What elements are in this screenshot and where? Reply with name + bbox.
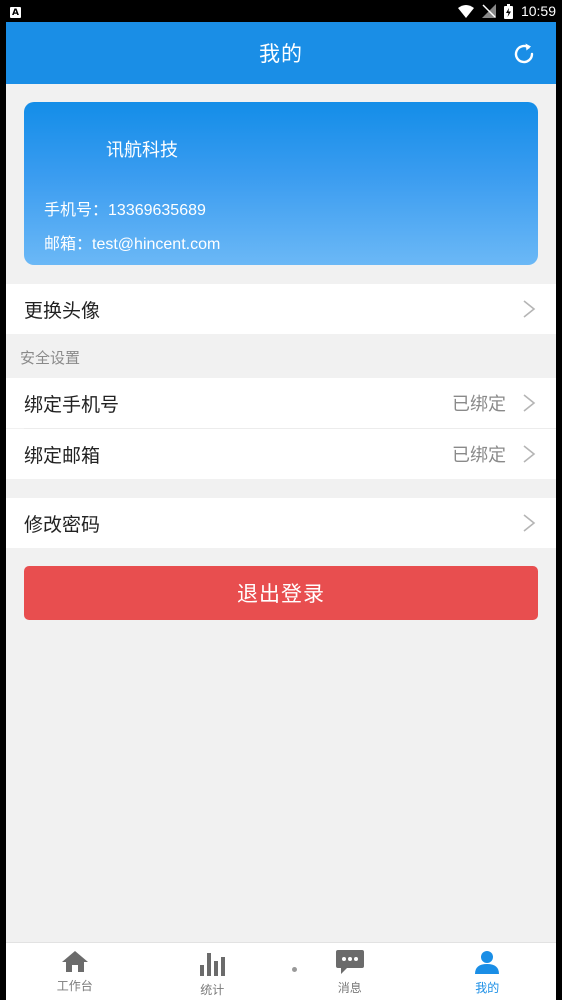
- email-address: test@hincent.com: [92, 236, 221, 253]
- change-avatar-label: 更换头像: [24, 299, 101, 322]
- bind-email-status: 已绑定: [452, 445, 506, 466]
- user-icon: [475, 951, 500, 974]
- tab-label: 统计: [200, 983, 225, 997]
- tab-label: 工作台: [56, 979, 93, 993]
- bind-phone-status: 已绑定: [452, 394, 506, 415]
- profile-card: 讯航科技 手机号：13369635689 邮箱：test@hincent.com: [24, 102, 538, 265]
- phone-line: 手机号：13369635689: [44, 196, 206, 220]
- bar-chart-icon: [200, 953, 226, 976]
- screen: 我的 讯航科技 手机号：13369635689 邮箱：test@hincent.…: [6, 22, 556, 1000]
- tab-workbench[interactable]: 工作台: [6, 943, 144, 1000]
- tab-label: 消息: [337, 981, 362, 995]
- status-time: 10:59: [520, 3, 556, 19]
- status-bar: A 10:59: [0, 0, 562, 22]
- change-avatar-row[interactable]: 更换头像: [6, 284, 556, 334]
- chat-icon: [335, 950, 364, 974]
- home-icon: [61, 951, 88, 972]
- no-signal-icon: [481, 4, 496, 18]
- change-password-label: 修改密码: [24, 513, 101, 536]
- tab-label: 我的: [475, 981, 500, 995]
- chevron-right-icon: [523, 514, 536, 532]
- chevron-right-icon: [523, 445, 536, 463]
- tab-messages[interactable]: 消息: [281, 943, 419, 1000]
- bottom-tab-bar: 工作台 统计 消息 我的: [6, 942, 556, 1000]
- page-title: 我的: [259, 42, 303, 66]
- company-name: 讯航科技: [106, 140, 178, 161]
- wifi-icon: [457, 4, 474, 18]
- email-label: 邮箱：: [44, 236, 93, 253]
- bind-email-row[interactable]: 绑定邮箱 已绑定: [6, 429, 556, 479]
- chevron-right-icon: [523, 300, 536, 318]
- tab-mine[interactable]: 我的: [419, 943, 557, 1000]
- app-header: 我的: [6, 22, 556, 84]
- logout-button[interactable]: 退出登录: [24, 566, 538, 620]
- security-section-title: 安全设置: [20, 349, 81, 367]
- refresh-button[interactable]: [510, 40, 538, 68]
- battery-charging-icon: [503, 3, 513, 19]
- bind-email-label: 绑定邮箱: [24, 444, 101, 467]
- chevron-right-icon: [523, 394, 536, 412]
- change-password-row[interactable]: 修改密码: [6, 498, 556, 548]
- email-line: 邮箱：test@hincent.com: [44, 230, 220, 254]
- phone-label: 手机号：: [44, 202, 109, 219]
- notification-a-icon: A: [10, 7, 21, 18]
- refresh-icon: [514, 43, 534, 64]
- indicator-dot: [292, 967, 297, 972]
- bind-phone-row[interactable]: 绑定手机号 已绑定: [6, 378, 556, 428]
- tab-statistics[interactable]: 统计: [144, 943, 282, 1000]
- bind-phone-label: 绑定手机号: [24, 393, 120, 416]
- phone-number: 13369635689: [108, 202, 206, 219]
